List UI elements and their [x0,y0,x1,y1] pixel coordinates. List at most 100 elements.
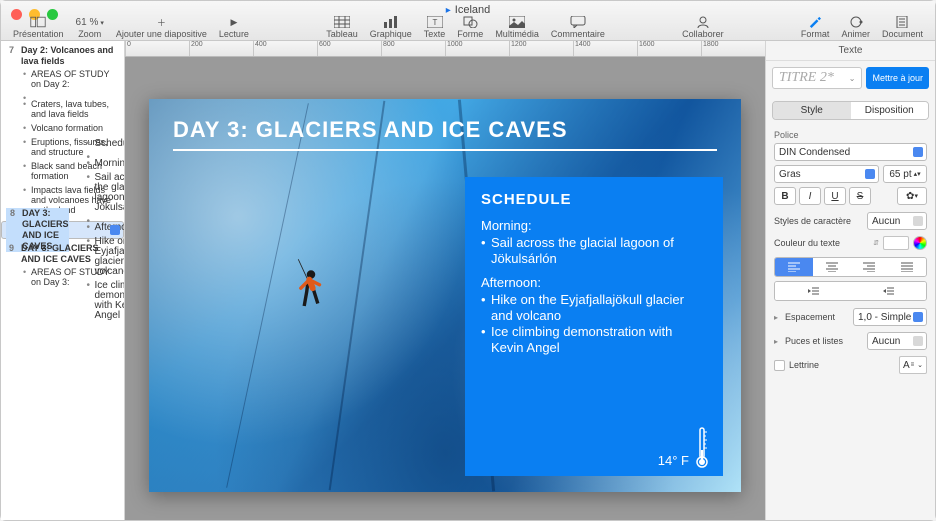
bullets-select[interactable]: Aucun [867,332,927,350]
inspector-header: Texte [766,41,935,61]
advanced-font-button[interactable]: ✿▾ [897,187,927,205]
text-button[interactable]: T Texte [418,16,452,40]
table-icon [334,16,350,28]
add-slide-button[interactable]: ＋ Ajouter une diapositive [110,16,213,40]
disclosure-spacing[interactable]: ▸ [774,313,778,322]
italic-button[interactable]: I [799,187,821,205]
char-styles-row: Styles de caractère Aucun [766,209,935,233]
media-icon [509,16,525,28]
outline-item[interactable]: Afternoon: [87,221,126,235]
dropcap-row: Lettrine A≡⌄ [766,353,935,377]
outline-item[interactable]: Schedule [87,137,126,151]
text-color-swatch[interactable] [883,236,909,250]
schedule-item: Sail across the glacial lagoon of Jökuls… [481,235,707,267]
outline-item[interactable]: Craters, lava tubes, and lava fields [23,97,120,121]
indent-button[interactable] [851,282,927,300]
comment-icon [570,16,586,28]
chevron-down-icon: ⌄ [849,74,856,83]
animate-icon [848,16,864,28]
chart-icon [383,16,399,28]
afternoon-list: Hike on the Eyjafjallajökull glacier and… [481,292,707,356]
outline-item[interactable]: Volcano formation [23,121,120,135]
bold-button[interactable]: B [774,187,796,205]
titlebar: ▸ Iceland Présentation 61 %▾ Zoom ＋ Ajou… [1,1,935,41]
shape-button[interactable]: Forme [451,16,489,40]
afternoon-label: Afternoon: [481,275,707,290]
schedule-item: Hike on the Eyjafjallajökull glacier and… [481,292,707,324]
outline-sidebar[interactable]: 7Day 2: Volcanoes and lava fieldsAREAS O… [1,41,125,520]
outline-item[interactable]: Sail across the glacial lagoon of Jökuls… [87,171,126,215]
char-styles-select[interactable]: Aucun [867,212,927,230]
font-label: Police [774,130,927,140]
paragraph-style-select[interactable]: TITRE 2* ⌄ [772,67,862,89]
font-section: Police DIN Condensed Gras 65 pt▴▾ B I U … [766,126,935,209]
media-button[interactable]: Multimédia [489,16,545,40]
body: 7Day 2: Volcanoes and lava fieldsAREAS O… [1,41,935,520]
slide[interactable]: DAY 3: GLACIERS AND ICE CAVES SCHEDULE M… [149,99,741,492]
document-button[interactable]: Document [876,16,929,40]
align-justify-button[interactable] [888,258,926,276]
update-style-button[interactable]: Mettre à jour [866,67,929,89]
outline-item[interactable]: AREAS OF STUDY on Day 2: [23,67,120,91]
document-icon [894,16,910,28]
outline-slide-title[interactable]: 7Day 2: Volcanoes and lava fields [5,45,120,67]
chevron-updown-icon[interactable]: ⇵ [873,239,879,247]
app-window: ▸ Iceland Présentation 61 %▾ Zoom ＋ Ajou… [0,0,936,521]
disclosure-bullets[interactable]: ▸ [774,337,778,346]
tab-style[interactable]: Style [773,102,851,119]
align-center-button[interactable] [813,258,851,276]
zoom-value: 61 %▾ [76,17,104,28]
slide-title[interactable]: DAY 3: GLACIERS AND ICE CAVES [173,117,717,151]
plus-icon: ＋ [153,16,169,28]
align-left-button[interactable] [775,258,813,276]
morning-label: Morning: [481,218,707,233]
spacing-select[interactable]: 1,0 - Simple [853,308,927,326]
outline-group[interactable]: 8DAY 3: GLACIERS AND ICE CAVESScheduleMo… [1,221,124,239]
schedule-box[interactable]: SCHEDULE Morning: Sail across the glacia… [465,177,723,476]
view-button[interactable]: Présentation [7,16,70,40]
text-align-group [774,257,927,277]
play-icon: ▶ [226,16,242,28]
animate-button[interactable]: Animer [835,16,876,40]
dropcap-style-select[interactable]: A≡⌄ [899,356,927,374]
ruler-horizontal: 020040060080010001200140016001800 [125,41,765,57]
view-icon [30,16,46,28]
text-icon: T [427,16,443,28]
inspector-panel: Texte TITRE 2* ⌄ Mettre à jour Style Dis… [765,41,935,520]
color-wheel-button[interactable] [913,236,927,250]
font-size-field[interactable]: 65 pt▴▾ [883,165,927,183]
outline-item[interactable]: Morning: [87,157,126,171]
svg-text:T: T [432,18,437,27]
play-button[interactable]: ▶ Lecture [213,16,255,40]
zoom-button[interactable]: 61 %▾ Zoom [70,17,110,40]
bullets-row: ▸ Puces et listes Aucun [766,329,935,353]
comment-button[interactable]: Commentaire [545,16,611,40]
format-button[interactable]: Format [795,16,836,40]
chart-button[interactable]: Graphique [364,16,418,40]
canvas[interactable]: 020040060080010001200140016001800 DAY 3:… [125,41,765,520]
font-weight-select[interactable]: Gras [774,165,879,183]
outline-item[interactable]: AREAS OF STUDY on Day 3: [23,265,120,289]
inspector-tabs: Style Disposition [772,101,929,120]
morning-list: Sail across the glacial lagoon of Jökuls… [481,235,707,267]
underline-button[interactable]: U [824,187,846,205]
shape-icon [462,16,478,28]
outline-group[interactable]: 9DAY 3: GLACIERS AND ICE CAVESAREAS OF S… [1,239,124,293]
outline-slide-title[interactable]: 9DAY 3: GLACIERS AND ICE CAVES [5,243,120,265]
outdent-button[interactable] [775,282,851,300]
dropcap-checkbox[interactable] [774,360,785,371]
strike-button[interactable]: S [849,187,871,205]
gear-icon: ✿ [906,191,914,202]
toolbar: Présentation 61 %▾ Zoom ＋ Ajouter une di… [1,14,935,40]
thermometer-icon [695,426,709,468]
paragraph-style-row: TITRE 2* ⌄ Mettre à jour [766,61,935,95]
spacing-row: ▸ Espacement 1,0 - Simple [766,305,935,329]
font-family-select[interactable]: DIN Condensed [774,143,927,161]
text-color-row: Couleur du texte ⇵ [766,233,935,253]
align-right-button[interactable] [851,258,889,276]
schedule-heading: SCHEDULE [481,191,707,208]
table-button[interactable]: Tableau [320,16,364,40]
collaborate-button[interactable]: Collaborer [676,16,730,40]
tab-layout[interactable]: Disposition [851,102,929,119]
schedule-item: Ice climbing demonstration with Kevin An… [481,324,707,356]
